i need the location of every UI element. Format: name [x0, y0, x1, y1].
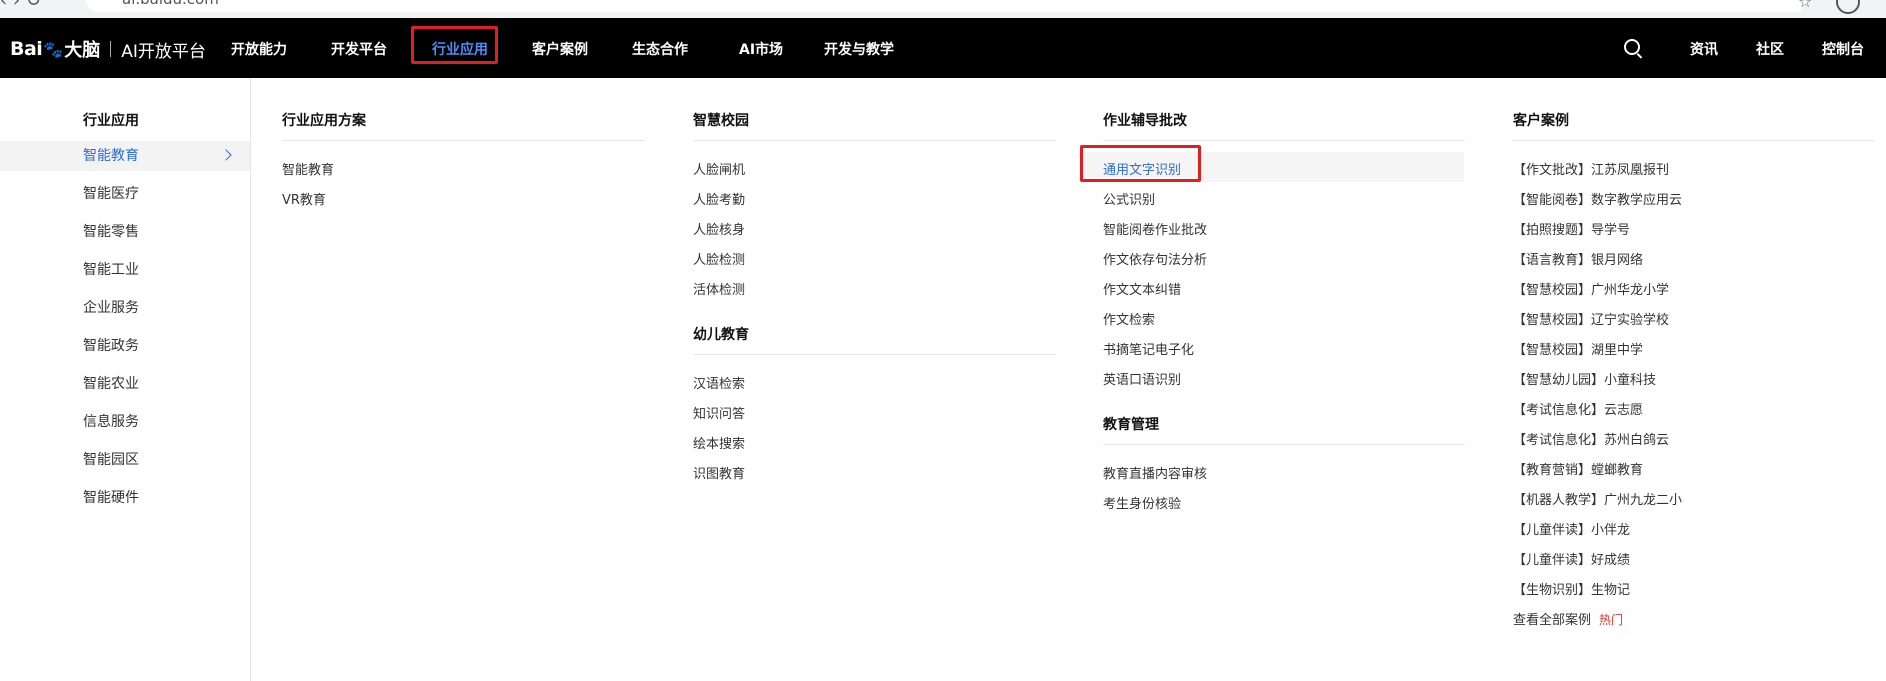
site-header: Bai 🐾 大脑 AI开放平台 开放能力 开发平台 行业应用 客户案例 生态合作… [0, 18, 1886, 78]
bookmark-star-icon[interactable]: ☆ [1798, 0, 1812, 11]
case-link[interactable]: 【作文批改】江苏凤凰报刊 [1513, 159, 1669, 178]
sidebar-title: 行业应用 [83, 113, 139, 129]
link-live-audit[interactable]: 教育直播内容审核 [1103, 463, 1207, 482]
sidebar-item-label: 智能医疗 [83, 186, 139, 202]
case-link[interactable]: 【拍照搜题】导学号 [1513, 219, 1630, 238]
sidebar-item-enterprise[interactable]: 企业服务 [0, 293, 250, 323]
browser-toolbar: ‹ › ↻ ai.baidu.com ☆ [0, 0, 1886, 18]
nav-community[interactable]: 社区 [1756, 39, 1784, 59]
sidebar-item-label: 智能农业 [83, 376, 139, 392]
sidebar-item-label: 智能工业 [83, 262, 139, 278]
nav-ai-market[interactable]: AI市场 [739, 39, 783, 59]
sidebar-item-info[interactable]: 信息服务 [0, 407, 250, 437]
col-title-homework: 作业辅导批改 [1103, 113, 1187, 129]
divider [282, 140, 644, 141]
search-icon[interactable] [1624, 39, 1640, 55]
col-title-cases: 客户案例 [1513, 113, 1569, 129]
industry-sidebar: 行业应用 智能教育 智能医疗 智能零售 智能工业 企业服务 智能政务 智能农业 … [0, 78, 251, 681]
nav-console[interactable]: 控制台 [1822, 39, 1864, 59]
link-face-attendance[interactable]: 人脸考勤 [693, 189, 745, 208]
logo-ai-platform: AI开放平台 [121, 41, 206, 62]
col-title-campus: 智慧校园 [693, 113, 749, 129]
link-examinee-verify[interactable]: 考生身份核验 [1103, 493, 1181, 512]
sidebar-item-gov[interactable]: 智能政务 [0, 331, 250, 361]
logo-danao: 大脑 [64, 40, 101, 61]
sidebar-item-label: 信息服务 [83, 414, 139, 430]
nav-ecosystem[interactable]: 生态合作 [632, 39, 688, 59]
divider [693, 354, 1055, 355]
link-english-speech[interactable]: 英语口语识别 [1103, 369, 1181, 388]
nav-dev-platform[interactable]: 开发平台 [331, 39, 387, 59]
case-link[interactable]: 【考试信息化】云志愿 [1513, 399, 1643, 418]
col-title-solutions: 行业应用方案 [282, 113, 366, 129]
paw-icon: 🐾 [43, 39, 64, 59]
link-chinese-search[interactable]: 汉语检索 [693, 373, 745, 392]
link-smart-education[interactable]: 智能教育 [282, 159, 334, 178]
case-link[interactable]: 【考试信息化】苏州白鸽云 [1513, 429, 1669, 448]
nav-dev-teaching[interactable]: 开发与教学 [824, 39, 894, 59]
link-image-education[interactable]: 识图教育 [693, 463, 745, 482]
case-link[interactable]: 【教育营销】螳螂教育 [1513, 459, 1643, 478]
logo-divider [110, 41, 112, 57]
link-notes-digitize[interactable]: 书摘笔记电子化 [1103, 339, 1194, 358]
sidebar-item-smart-industry[interactable]: 智能工业 [0, 255, 250, 285]
divider [1513, 140, 1875, 141]
case-link[interactable]: 【生物识别】生物记 [1513, 579, 1630, 598]
sidebar-item-label: 智能硬件 [83, 490, 139, 506]
case-link[interactable]: 【智慧校园】湖里中学 [1513, 339, 1643, 358]
divider [1103, 140, 1465, 141]
link-text-correct[interactable]: 作文文本纠错 [1103, 279, 1181, 298]
case-link[interactable]: 【智慧幼儿园】小童科技 [1513, 369, 1656, 388]
account-icon[interactable] [1836, 0, 1860, 14]
sidebar-item-agri[interactable]: 智能农业 [0, 369, 250, 399]
link-vr-education[interactable]: VR教育 [282, 189, 326, 208]
link-picturebook[interactable]: 绘本搜索 [693, 433, 745, 452]
sidebar-item-label: 智能教育 [83, 148, 139, 164]
col-title-preschool: 幼儿教育 [693, 327, 749, 343]
link-face-gate[interactable]: 人脸闸机 [693, 159, 745, 178]
case-link[interactable]: 【智慧校园】广州华龙小学 [1513, 279, 1669, 298]
link-essay-search[interactable]: 作文检索 [1103, 309, 1155, 328]
link-face-verify[interactable]: 人脸核身 [693, 219, 745, 238]
nav-news[interactable]: 资讯 [1690, 39, 1718, 59]
case-link[interactable]: 【儿童伴读】小伴龙 [1513, 519, 1630, 538]
highlight-box-nav [411, 26, 498, 64]
case-link[interactable]: 【智能阅卷】数字教学应用云 [1513, 189, 1682, 208]
address-bar[interactable]: ai.baidu.com [86, 0, 1806, 12]
sidebar-item-hardware[interactable]: 智能硬件 [0, 483, 250, 513]
logo-bai: Bai [10, 38, 43, 60]
sidebar-item-label: 智能零售 [83, 224, 139, 240]
back-forward-reload-icons[interactable]: ‹ › ↻ [0, 0, 41, 11]
sidebar-item-smart-education[interactable]: 智能教育 [0, 141, 250, 171]
col-title-edu-mgmt: 教育管理 [1103, 417, 1159, 433]
link-qa[interactable]: 知识问答 [693, 403, 745, 422]
sidebar-item-park[interactable]: 智能园区 [0, 445, 250, 475]
highlight-box-link [1080, 145, 1201, 182]
case-link[interactable]: 【机器人教学】广州九龙二小 [1513, 489, 1682, 508]
view-all-cases: 查看全部案例 热门 [1513, 609, 1623, 628]
nav-customer-cases[interactable]: 客户案例 [532, 39, 588, 59]
divider [693, 140, 1055, 141]
sidebar-item-smart-retail[interactable]: 智能零售 [0, 217, 250, 247]
case-link[interactable]: 【语言教育】银月网络 [1513, 249, 1643, 268]
view-all-cases-link[interactable]: 查看全部案例 [1513, 613, 1591, 628]
sidebar-item-label: 智能园区 [83, 452, 139, 468]
sidebar-item-label: 企业服务 [83, 300, 139, 316]
baidu-ai-logo[interactable]: Bai 🐾 大脑 AI开放平台 [10, 34, 206, 64]
link-grading[interactable]: 智能阅卷作业批改 [1103, 219, 1207, 238]
link-liveness[interactable]: 活体检测 [693, 279, 745, 298]
link-formula-ocr[interactable]: 公式识别 [1103, 189, 1155, 208]
case-link[interactable]: 【儿童伴读】好成绩 [1513, 549, 1630, 568]
divider [1103, 444, 1465, 445]
link-face-detect[interactable]: 人脸检测 [693, 249, 745, 268]
case-link[interactable]: 【智慧校园】辽宁实验学校 [1513, 309, 1669, 328]
nav-open-capabilities[interactable]: 开放能力 [231, 39, 287, 59]
link-syntax[interactable]: 作文依存句法分析 [1103, 249, 1207, 268]
sidebar-item-smart-medical[interactable]: 智能医疗 [0, 179, 250, 209]
chevron-right-icon [220, 149, 232, 161]
sidebar-item-label: 智能政务 [83, 338, 139, 354]
url-text: ai.baidu.com [122, 0, 219, 8]
hot-badge: 热门 [1599, 613, 1624, 627]
